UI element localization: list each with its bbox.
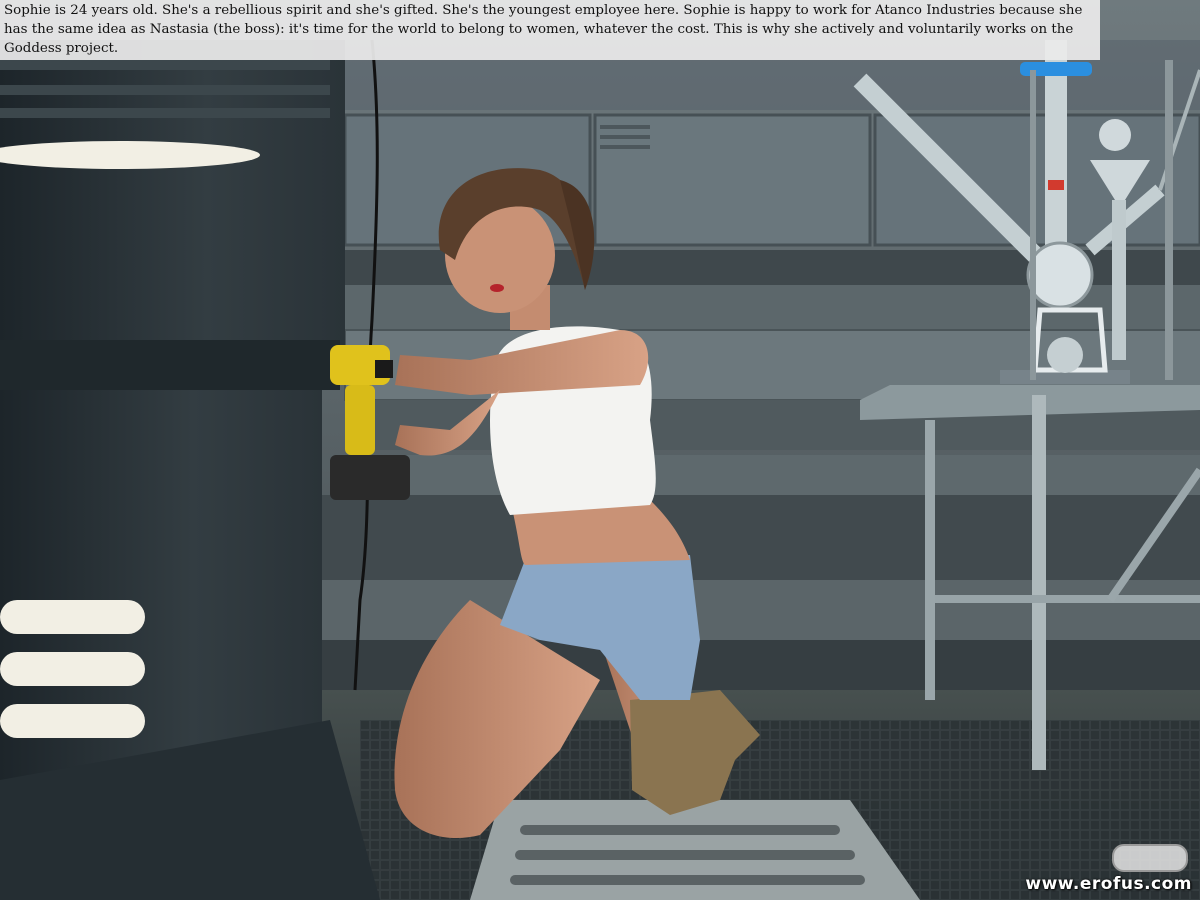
artist-signature-logo <box>1112 844 1188 872</box>
lab-illustration <box>0 0 1200 900</box>
machine-light-strip <box>0 652 145 686</box>
site-watermark: www.erofus.com <box>1025 874 1192 894</box>
scene: Sophie is 24 years old. She's a rebellio… <box>0 0 1200 900</box>
machine-light-strip <box>0 600 145 634</box>
machine-light-strip <box>0 704 145 738</box>
story-caption: Sophie is 24 years old. She's a rebellio… <box>0 0 1100 60</box>
